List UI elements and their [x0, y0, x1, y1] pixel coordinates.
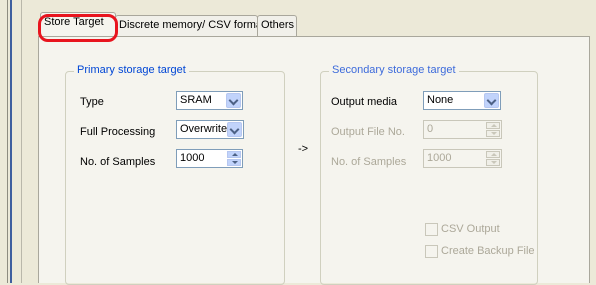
create-backup-label: Create Backup File	[441, 245, 535, 257]
window-frame-line	[21, 0, 22, 283]
secondary-samples-spinner[interactable]: 1000	[423, 149, 502, 168]
spin-up-icon[interactable]	[486, 122, 500, 129]
window-frame-line	[10, 0, 12, 283]
type-label: Type	[80, 96, 104, 108]
samples-value: 1000	[180, 152, 205, 164]
arrow-text: ->	[298, 143, 309, 155]
output-file-no-value: 0	[427, 123, 434, 135]
spin-up-icon[interactable]	[227, 151, 241, 158]
csv-output-label: CSV Output	[441, 223, 500, 235]
output-media-value: None	[427, 94, 454, 106]
chevron-down-icon[interactable]	[484, 93, 499, 108]
output-media-select[interactable]: None	[423, 91, 501, 110]
samples-label: No. of Samples	[80, 156, 156, 168]
create-backup-checkbox[interactable]	[425, 245, 438, 258]
output-file-no-label: Output File No.	[331, 126, 405, 138]
samples-spinner[interactable]: 1000	[176, 149, 243, 168]
full-processing-select[interactable]: Overwrite	[176, 120, 244, 139]
tab-discrete-memory-csv[interactable]: Discrete memory/ CSV format	[115, 15, 265, 36]
chevron-down-icon[interactable]	[226, 93, 241, 108]
full-processing-value: Overwrite	[180, 123, 228, 135]
secondary-samples-value: 1000	[427, 152, 452, 164]
spin-down-icon[interactable]	[486, 130, 500, 137]
window-frame-line	[7, 0, 8, 283]
spin-down-icon[interactable]	[227, 159, 241, 166]
chevron-down-icon[interactable]	[227, 122, 242, 137]
csv-output-checkbox[interactable]	[425, 223, 438, 236]
primary-storage-title: Primary storage target	[74, 64, 189, 76]
type-select-value: SRAM	[180, 94, 212, 106]
tab-panel: Primary storage target Type SRAM Full Pr…	[38, 36, 590, 285]
primary-storage-group: Primary storage target Type SRAM Full Pr…	[65, 64, 285, 285]
tab-others[interactable]: Others	[257, 15, 297, 36]
tab-label: Discrete memory/ CSV format	[119, 19, 266, 31]
spin-up-icon[interactable]	[486, 151, 500, 158]
red-highlight-annotation	[38, 14, 118, 42]
type-select[interactable]: SRAM	[176, 91, 243, 110]
secondary-storage-title: Secondary storage target	[329, 64, 459, 76]
output-media-label: Output media	[331, 96, 398, 108]
full-processing-label: Full Processing	[80, 126, 156, 138]
secondary-storage-group: Secondary storage target Output media No…	[320, 64, 538, 285]
spin-down-icon[interactable]	[486, 159, 500, 166]
output-file-no-spinner[interactable]: 0	[423, 120, 502, 139]
secondary-samples-label: No. of Samples	[331, 156, 407, 168]
tab-label: Others	[261, 19, 295, 31]
